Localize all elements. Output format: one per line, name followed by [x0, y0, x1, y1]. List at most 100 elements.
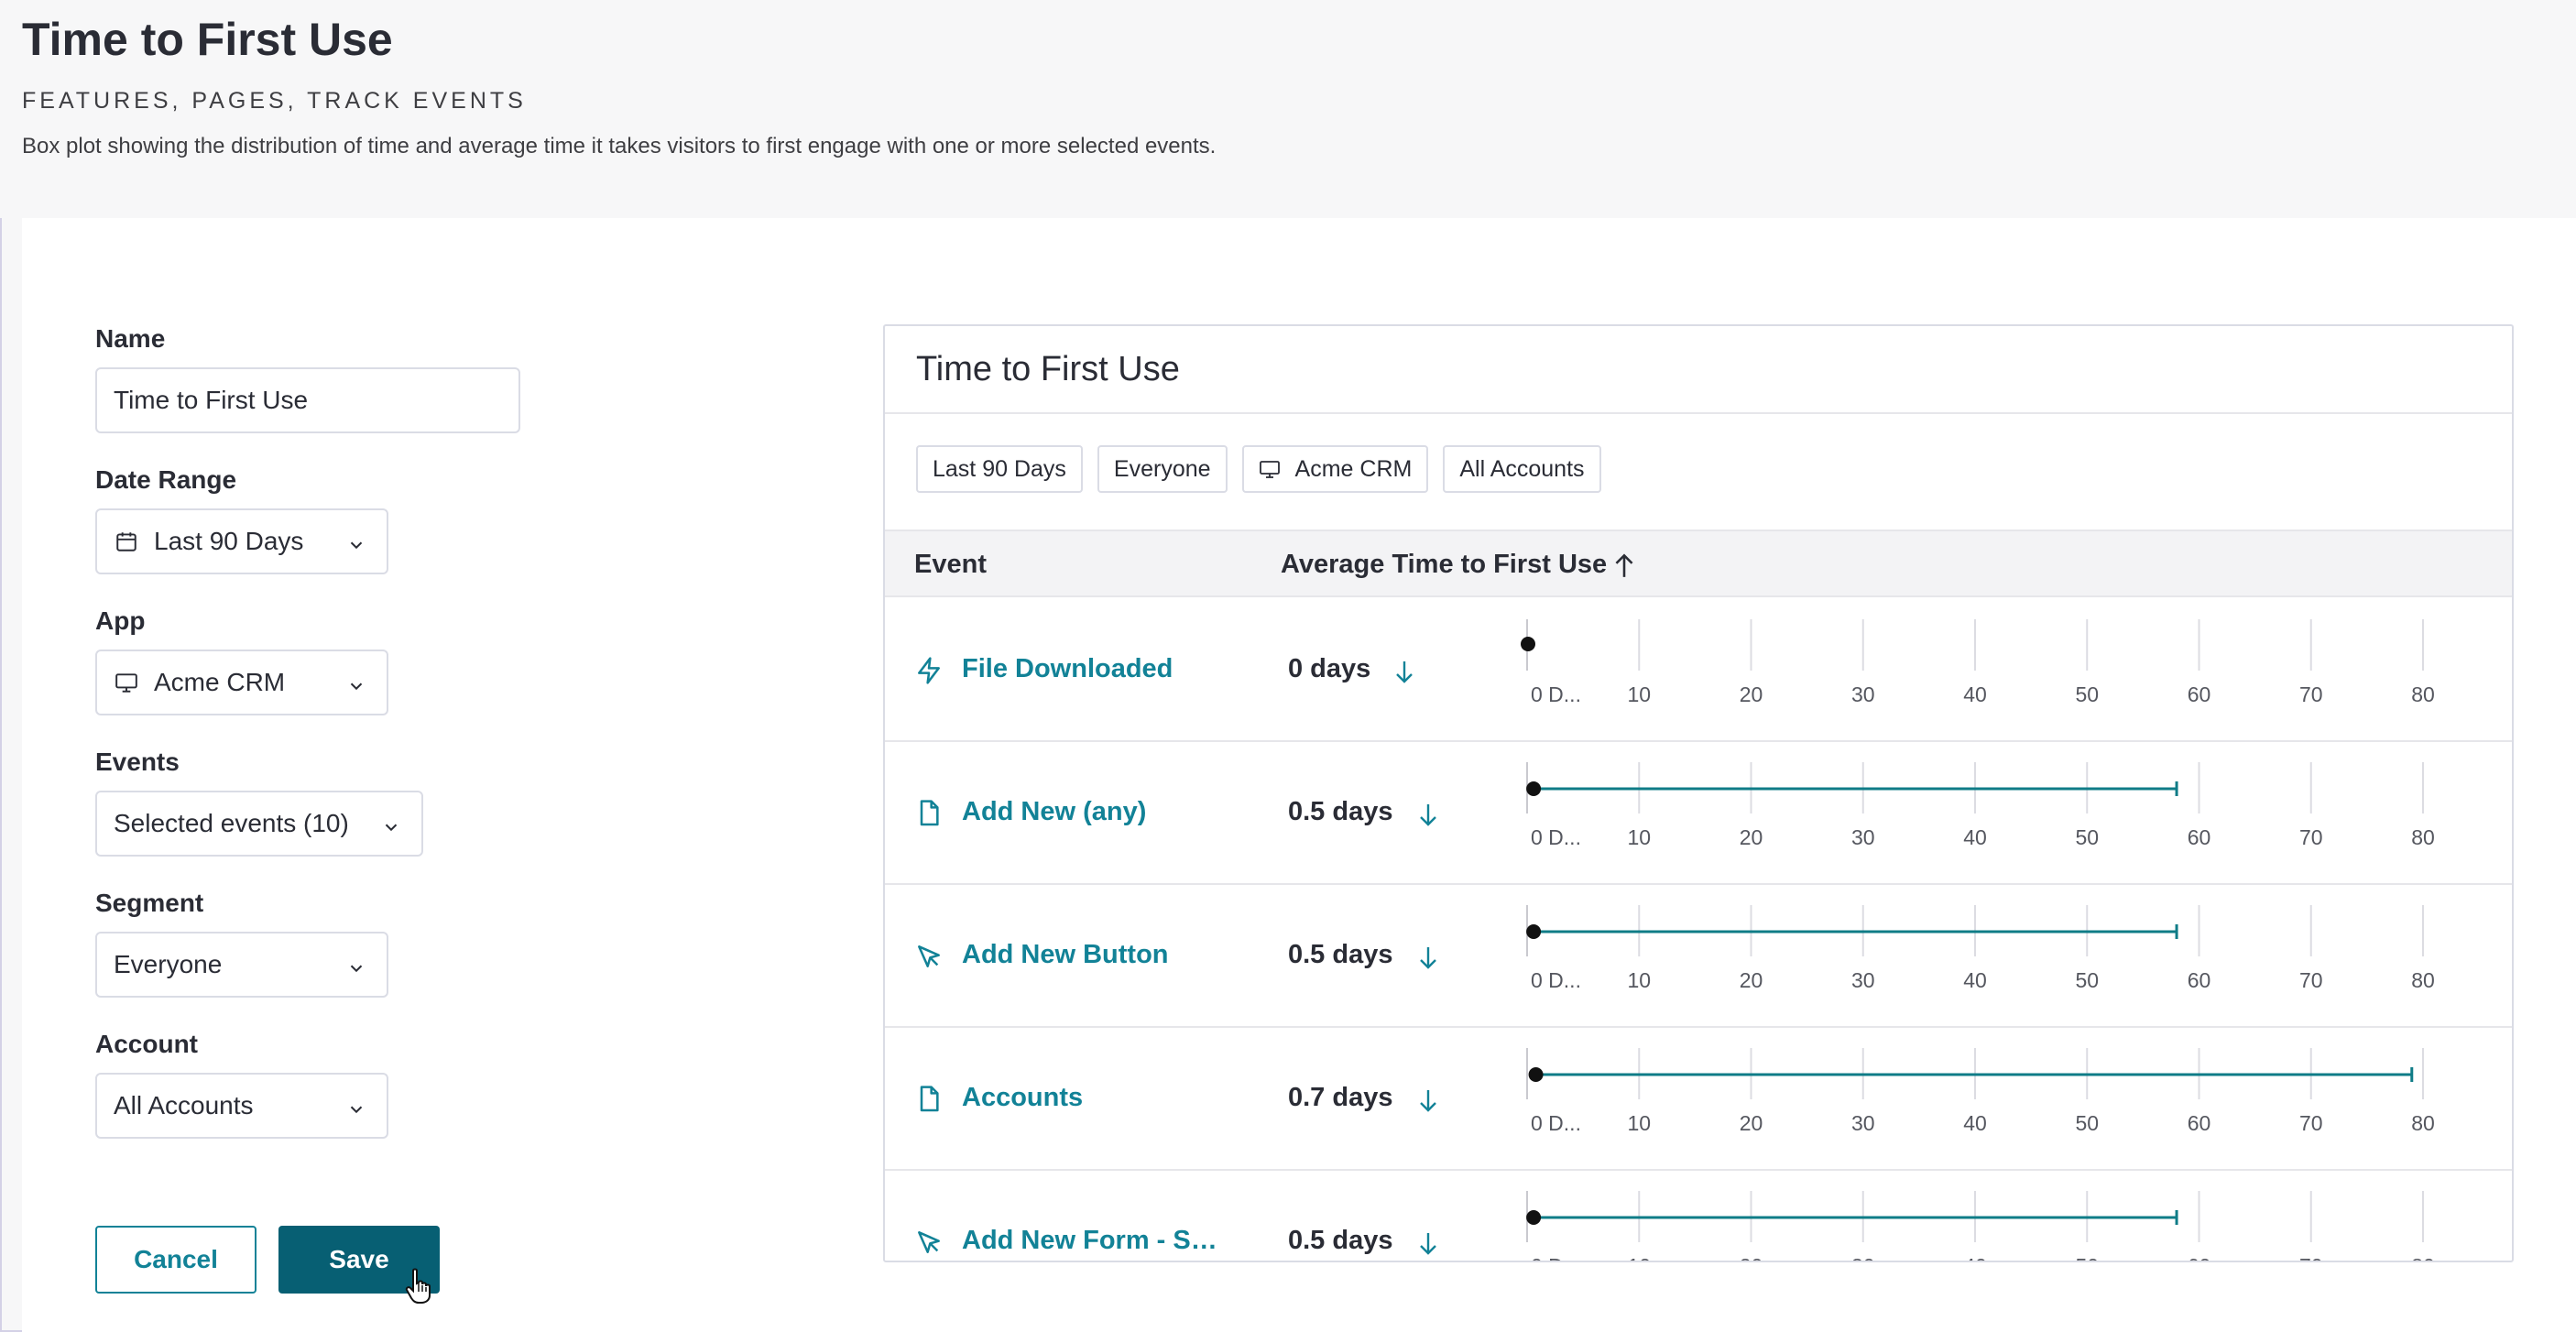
report-panel: Time to First Use Last 90 Days Everyone … [883, 324, 2514, 1262]
x-tick-label: 50 [2075, 682, 2099, 706]
divider [885, 412, 2512, 414]
filter-chips: Last 90 Days Everyone Acme CRM All Accou… [916, 445, 1601, 493]
x-tick-label: 70 [2299, 1254, 2323, 1262]
average-point [1526, 924, 1542, 939]
x-tick-label: 20 [1740, 968, 1763, 992]
x-tick-label: 40 [1963, 1254, 1987, 1262]
chip-date-range: Last 90 Days [916, 445, 1083, 493]
app-label: App [95, 606, 146, 635]
chip-label: Everyone [1113, 455, 1211, 482]
chip-segment: Everyone [1097, 445, 1228, 493]
account-label: Account [95, 1030, 198, 1058]
chip-app: Acme CRM [1241, 445, 1429, 493]
segment-label: Segment [95, 889, 204, 917]
events-select[interactable]: Selected events (10) [95, 791, 423, 857]
x-tick-label: 0 D... [1531, 825, 1581, 849]
app-select[interactable]: Acme CRM [95, 650, 388, 715]
x-tick-label: 20 [1740, 825, 1763, 849]
chevron-down-icon [346, 673, 366, 693]
x-tick-label: 10 [1627, 1254, 1651, 1262]
monitor-icon [114, 670, 139, 695]
x-tick-label: 0 D... [1531, 1254, 1581, 1262]
box-plot: 0 D... 10 20 30 40 50 60 70 80 [1526, 1048, 2435, 1135]
x-tick-label: 60 [2188, 682, 2211, 706]
page-title: Time to First Use [22, 14, 393, 65]
average-point [1528, 1067, 1544, 1082]
monitor-icon [1259, 458, 1281, 480]
chip-label: All Accounts [1459, 455, 1585, 482]
x-tick-label: 80 [2411, 968, 2435, 992]
box-plot: 0 D... 10 20 30 40 50 60 70 80 [1521, 619, 2435, 706]
x-tick-label: 80 [2411, 825, 2435, 849]
x-tick-label: 50 [2075, 1111, 2099, 1135]
table-row: File Downloaded 0 days 0 D... 10 20 30 40 50 60 7… [885, 599, 2512, 742]
x-tick-label: 60 [2188, 1111, 2211, 1135]
chip-label: Last 90 Days [933, 455, 1066, 482]
calendar-icon [114, 529, 139, 554]
x-tick-label: 10 [1627, 968, 1651, 992]
average-point [1526, 781, 1542, 796]
x-tick-label: 20 [1740, 1111, 1763, 1135]
x-tick-label: 80 [2411, 1254, 2435, 1262]
cancel-button[interactable]: Cancel [95, 1226, 257, 1294]
segment-value: Everyone [114, 950, 223, 978]
page-header: Time to First Use FEATURES, PAGES, TRACK… [0, 0, 2576, 218]
events-value: Selected events (10) [114, 809, 349, 837]
name-label: Name [95, 324, 166, 353]
average-point [1526, 1210, 1542, 1225]
x-tick-label: 30 [1851, 1254, 1875, 1262]
date-range-value: Last 90 Days [154, 527, 304, 555]
date-range-select[interactable]: Last 90 Days [95, 508, 388, 574]
panel-title: Time to First Use [916, 350, 1180, 388]
x-tick-label: 20 [1740, 682, 1763, 706]
chevron-down-icon [346, 1097, 366, 1117]
x-tick-label: 40 [1963, 1111, 1987, 1135]
name-input[interactable]: Time to First Use [95, 367, 520, 433]
x-tick-label: 70 [2299, 968, 2323, 992]
table-row: Accounts 0.7 days 0 D... 10 20 30 40 50 60 70 80 [885, 1028, 2512, 1171]
chip-label: Acme CRM [1294, 455, 1413, 482]
x-tick-label: 30 [1851, 968, 1875, 992]
x-tick-label: 30 [1851, 682, 1875, 706]
x-tick-label: 0 D... [1531, 1111, 1581, 1135]
x-tick-label: 10 [1627, 825, 1651, 849]
x-tick-label: 30 [1851, 1111, 1875, 1135]
box-plot: 0 D... 10 20 30 40 50 60 70 80 [1526, 1191, 2435, 1262]
x-tick-label: 40 [1963, 682, 1987, 706]
box-plot: 0 D... 10 20 30 40 50 60 70 80 [1526, 905, 2435, 992]
x-tick-label: 0 D... [1531, 968, 1581, 992]
column-header-average[interactable]: Average Time to First Use [1281, 550, 1607, 580]
table-row: Add New Form - Su...0.5 days0 D...102030… [885, 1171, 2512, 1262]
page-subtitle: FEATURES, PAGES, TRACK EVENTS [22, 88, 527, 114]
column-header-event[interactable]: Event [914, 550, 987, 580]
chevron-down-icon [346, 955, 366, 976]
x-tick-label: 60 [2188, 1254, 2211, 1262]
box-plot: 0 D... 10 20 30 40 50 60 70 80 [1526, 762, 2435, 849]
app-value: Acme CRM [154, 668, 286, 696]
x-tick-label: 10 [1627, 1111, 1651, 1135]
x-tick-label: 30 [1851, 825, 1875, 849]
x-tick-label: 50 [2075, 825, 2099, 849]
account-select[interactable]: All Accounts [95, 1073, 388, 1139]
x-tick-label: 60 [2188, 825, 2211, 849]
hand-cursor-icon [405, 1268, 436, 1305]
x-tick-label: 50 [2075, 1254, 2099, 1262]
x-tick-label: 40 [1963, 825, 1987, 849]
x-tick-label: 80 [2411, 682, 2435, 706]
name-input-value: Time to First Use [114, 386, 309, 414]
chevron-down-icon [346, 532, 366, 552]
x-tick-label: 50 [2075, 968, 2099, 992]
x-tick-label: 10 [1627, 682, 1651, 706]
average-point [1521, 637, 1535, 651]
segment-select[interactable]: Everyone [95, 932, 388, 998]
chip-account: All Accounts [1443, 445, 1601, 493]
x-tick-label: 70 [2299, 825, 2323, 849]
x-tick-label: 40 [1963, 968, 1987, 992]
page-description: Box plot showing the distribution of tim… [22, 134, 1217, 158]
table-row: Add New (any) 0.5 days 0 D... 10 20 30 40 50 60 7… [885, 742, 2512, 885]
x-tick-label: 0 D... [1531, 682, 1581, 706]
date-range-label: Date Range [95, 465, 237, 494]
account-value: All Accounts [114, 1091, 254, 1119]
arrow-up-icon[interactable] [1612, 551, 1638, 579]
table-header: Event Average Time to First Use [885, 530, 2512, 597]
